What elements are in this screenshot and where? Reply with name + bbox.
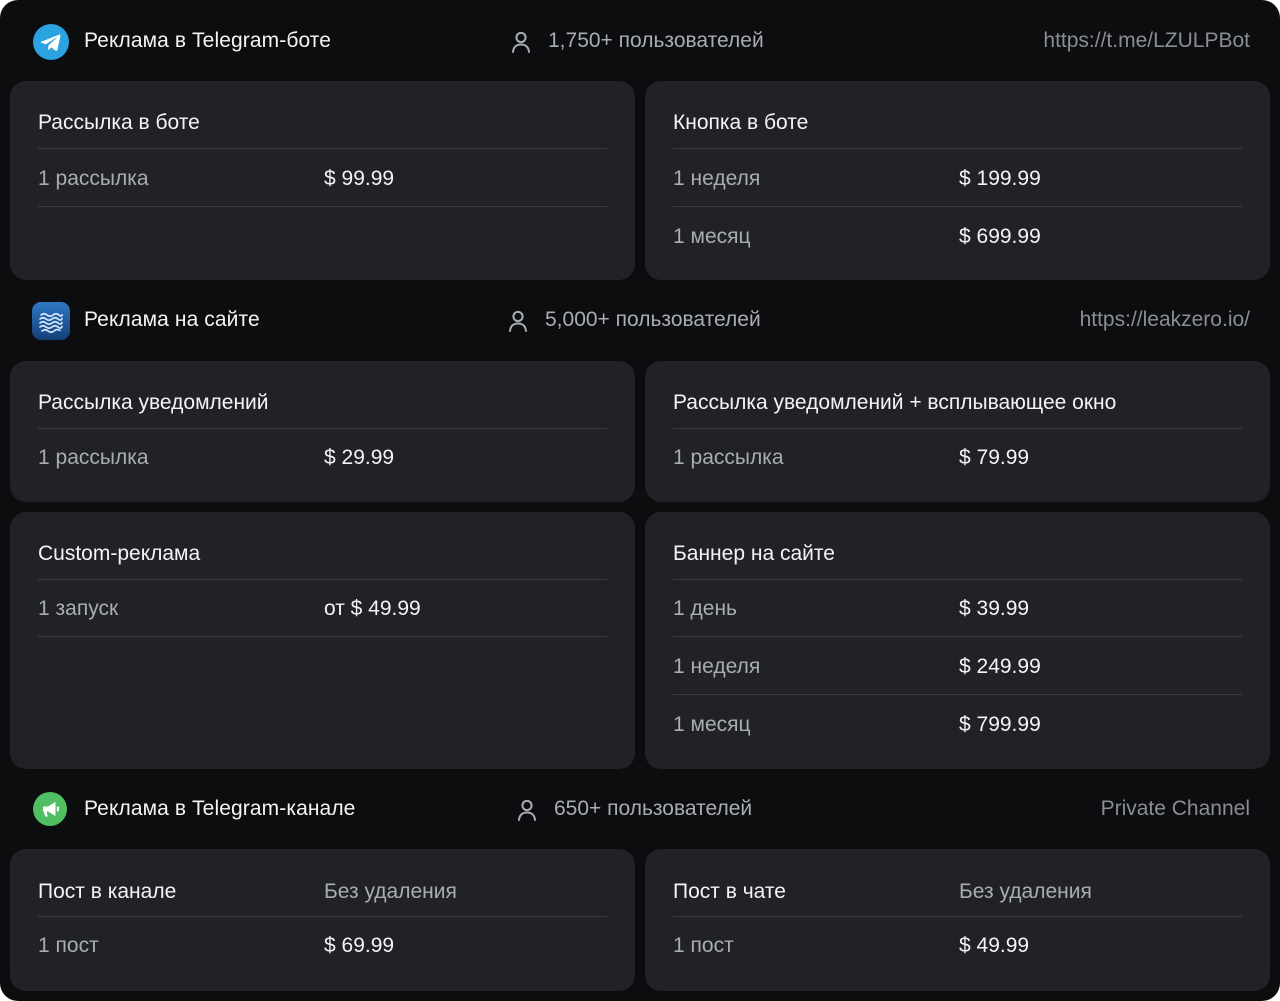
row-price: $ 39.99 — [959, 597, 1030, 620]
divider — [673, 694, 1242, 695]
megaphone-icon — [32, 791, 68, 827]
user-count: 1,750+ пользователей — [548, 29, 764, 52]
row-label: 1 пост — [673, 934, 734, 957]
divider — [38, 636, 607, 637]
section-header-website: Реклама на сайте 5,000+ пользователей ht… — [0, 291, 1280, 351]
row-price: от $ 49.99 — [324, 597, 421, 620]
card-subtitle: Без удаления — [324, 880, 457, 903]
divider — [673, 636, 1242, 637]
card-site-notifications: Рассылка уведомлений 1 рассылка $ 29.99 — [10, 361, 635, 502]
channel-label: Private Channel — [1100, 797, 1250, 820]
row-label: 1 рассылка — [673, 446, 784, 469]
divider — [38, 148, 607, 149]
divider — [673, 579, 1242, 580]
row-price: $ 69.99 — [324, 934, 395, 957]
row-label: 1 месяц — [673, 713, 751, 736]
bot-link[interactable]: https://t.me/LZULPBot — [1043, 29, 1250, 53]
divider — [38, 579, 607, 580]
user-count: 5,000+ пользователей — [545, 308, 761, 331]
card-title: Рассылка уведомлений + всплывающее окно — [673, 391, 1117, 414]
card-title: Кнопка в боте — [673, 111, 809, 134]
row-price: $ 79.99 — [959, 446, 1030, 469]
card-chat-post: Пост в чате Без удаления 1 пост $ 49.99 — [645, 849, 1270, 991]
section-title: Реклама в Telegram-боте — [84, 29, 332, 52]
row-label: 1 рассылка — [38, 167, 149, 190]
section-header-telegram-channel: Реклама в Telegram-канале 650+ пользоват… — [0, 779, 1280, 839]
row-price: $ 29.99 — [324, 446, 395, 469]
row-label: 1 неделя — [673, 167, 761, 190]
user-icon — [518, 799, 536, 821]
divider — [38, 206, 607, 207]
card-title: Баннер на сайте — [673, 542, 835, 565]
row-label: 1 день — [673, 597, 737, 620]
row-label: 1 неделя — [673, 655, 761, 678]
user-icon — [509, 310, 527, 332]
row-label: 1 рассылка — [38, 446, 149, 469]
site-link[interactable]: https://leakzero.io/ — [1080, 308, 1250, 332]
waves-icon — [32, 302, 70, 340]
pricing-board: Реклама в Telegram-боте 1,750+ пользоват… — [0, 0, 1280, 1001]
card-subtitle: Без удаления — [959, 880, 1092, 903]
card-title: Пост в канале — [38, 880, 177, 903]
row-price: $ 199.99 — [959, 167, 1041, 190]
user-count: 650+ пользователей — [554, 797, 753, 820]
section-title: Реклама в Telegram-канале — [84, 797, 356, 820]
row-price: $ 99.99 — [324, 167, 395, 190]
section-title: Реклама на сайте — [84, 308, 260, 331]
divider — [673, 148, 1242, 149]
divider — [673, 206, 1242, 207]
row-label: 1 месяц — [673, 225, 751, 248]
section-header-telegram-bot: Реклама в Telegram-боте 1,750+ пользоват… — [0, 12, 1280, 72]
divider — [38, 916, 607, 917]
divider — [38, 428, 607, 429]
card-title: Рассылка уведомлений — [38, 391, 269, 414]
row-price: $ 49.99 — [959, 934, 1030, 957]
card-bot-button: Кнопка в боте 1 неделя $ 199.99 1 месяц … — [645, 81, 1270, 280]
divider — [673, 428, 1242, 429]
card-title: Пост в чате — [673, 880, 786, 903]
card-channel-post: Пост в канале Без удаления 1 пост $ 69.9… — [10, 849, 635, 991]
row-label: 1 пост — [38, 934, 99, 957]
divider — [673, 916, 1242, 917]
card-site-banner: Баннер на сайте 1 день $ 39.99 1 неделя … — [645, 512, 1270, 769]
row-label: 1 запуск — [38, 597, 119, 620]
user-icon — [512, 31, 530, 53]
row-price: $ 699.99 — [959, 225, 1041, 248]
row-price: $ 249.99 — [959, 655, 1041, 678]
card-title: Рассылка в боте — [38, 111, 200, 134]
card-title: Custom-реклама — [38, 542, 201, 565]
card-bot-broadcast: Рассылка в боте 1 рассылка $ 99.99 — [10, 81, 635, 280]
telegram-icon — [32, 23, 70, 61]
card-site-custom: Custom-реклама 1 запуск от $ 49.99 — [10, 512, 635, 769]
card-site-notifications-popup: Рассылка уведомлений + всплывающее окно … — [645, 361, 1270, 502]
row-price: $ 799.99 — [959, 713, 1041, 736]
